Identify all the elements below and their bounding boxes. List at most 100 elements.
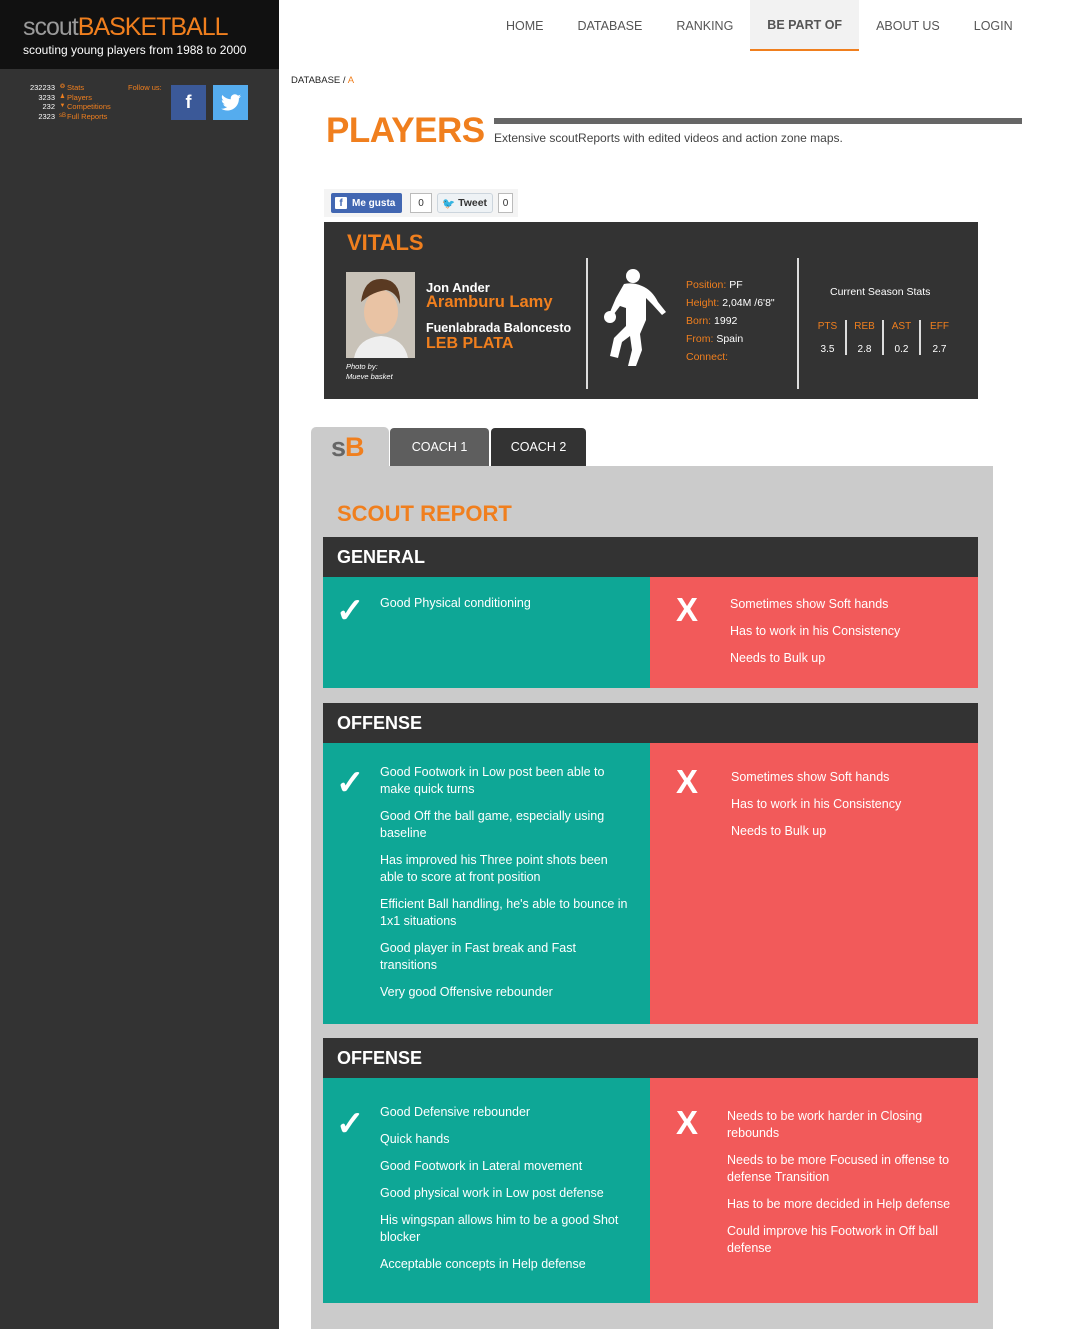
stat-row-stats[interactable]: 232233 ❂ Stats <box>20 83 111 93</box>
check-icon: ✓ <box>336 764 365 802</box>
x-icon: X <box>676 591 699 628</box>
weaknesses-panel: X Sometimes show Soft hands Has to work … <box>650 743 978 1024</box>
section-heading: GENERAL <box>323 537 978 577</box>
players-link[interactable]: Players <box>67 93 92 103</box>
full-reports-link[interactable]: Full Reports <box>67 112 107 122</box>
report-section-offense: OFFENSE ✓ Good Footwork in Low post been… <box>323 703 978 1024</box>
facebook-like-button[interactable]: f Me gusta <box>331 193 402 213</box>
list-item: Good Footwork in Low post been able to m… <box>380 765 605 796</box>
section-heading: OFFENSE <box>323 703 978 743</box>
stat-row-reports[interactable]: 2323 sB Full Reports <box>20 112 111 122</box>
stat-row-players[interactable]: 3233 ♟ Players <box>20 93 111 103</box>
list-item: Sometimes show Soft hands <box>730 597 889 611</box>
bio-connect: Connect: <box>686 351 729 363</box>
section-heading: OFFENSE <box>323 1038 978 1078</box>
breadcrumb-database[interactable]: DATABASE <box>291 75 340 86</box>
list-item: Needs to Bulk up <box>731 824 827 838</box>
list-item: Sometimes show Soft hands <box>731 770 890 784</box>
logo-tagline: scouting young players from 1988 to 2000 <box>23 43 247 57</box>
list-item: Has to work in his Consistency <box>730 624 901 638</box>
tweet-count: 0 <box>498 193 513 213</box>
check-icon: ✓ <box>336 592 365 630</box>
list-item: Quick hands <box>380 1132 450 1146</box>
facebook-button[interactable]: f <box>171 85 206 120</box>
bio-born: Born: 1992 <box>686 315 738 327</box>
report-section-general: GENERAL ✓ Good Physical conditioning X S… <box>323 537 978 688</box>
twitter-icon <box>220 94 241 111</box>
bio-from: From: Spain <box>686 333 744 345</box>
list-item: Good Defensive rebounder <box>380 1105 531 1119</box>
season-stats-title: Current Season Stats <box>830 286 931 298</box>
x-icon: X <box>676 1104 699 1141</box>
tab-sb-logo[interactable]: sB <box>311 427 389 467</box>
like-count: 0 <box>410 193 432 213</box>
weaknesses-panel: X Sometimes show Soft hands Has to work … <box>650 577 978 688</box>
tab-coach-1[interactable]: COACH 1 <box>390 428 489 466</box>
site-logo[interactable]: scoutBASKETBALL scouting young players f… <box>0 0 279 69</box>
list-item: Has to be more decided in Help defense <box>727 1197 951 1211</box>
sb-icon: sB <box>58 112 66 119</box>
strengths-list: Good Footwork in Low post been able to m… <box>380 764 630 1011</box>
season-stats: PTS 3.5 REB 2.8 AST 0.2 EFF 2.7 <box>810 320 958 355</box>
vitals-divider <box>586 258 588 389</box>
check-icon: ✓ <box>336 1105 365 1143</box>
bio-height: Height: 2,04M /6'8" <box>686 297 775 309</box>
strengths-panel: ✓ Good Physical conditioning <box>323 577 650 688</box>
competitions-link[interactable]: Competitions <box>67 102 111 112</box>
page-subtitle: Extensive scoutReports with edited video… <box>494 131 843 145</box>
stat-reb: REB 2.8 <box>847 320 884 355</box>
stats-link[interactable]: Stats <box>67 83 84 93</box>
player-team[interactable]: Fuenlabrada Baloncesto <box>426 321 571 335</box>
strengths-panel: ✓ Good Footwork in Low post been able to… <box>323 743 650 1024</box>
weaknesses-list: Sometimes show Soft hands Has to work in… <box>730 596 965 677</box>
breadcrumb-current: A <box>347 75 355 86</box>
scout-report-title: SCOUT REPORT <box>337 501 512 526</box>
list-item: Good physical work in Low post defense <box>380 1186 604 1200</box>
stat-pts: PTS 3.5 <box>810 320 847 355</box>
weaknesses-list: Sometimes show Soft hands Has to work in… <box>731 769 966 850</box>
twitter-button[interactable] <box>213 85 248 120</box>
strengths-list: Good Physical conditioning <box>380 595 635 622</box>
player-photo <box>346 272 415 358</box>
nav-database[interactable]: DATABASE <box>561 0 660 51</box>
player-last-name: Aramburu Lamy <box>426 293 553 311</box>
tweet-button[interactable]: 🐦 Tweet <box>437 193 493 213</box>
weaknesses-panel: X Needs to be work harder in Closing reb… <box>650 1078 978 1303</box>
page-title: PLAYERS <box>326 111 485 150</box>
facebook-icon: f <box>335 197 347 209</box>
nav-login[interactable]: LOGIN <box>957 0 1030 51</box>
list-item: Needs to be more Focused in offense to d… <box>727 1153 950 1184</box>
stats-icon: ❂ <box>59 84 66 90</box>
follow-us-label: Follow us: <box>128 83 162 92</box>
vitals-title: VITALS <box>347 230 424 255</box>
list-item: Very good Offensive rebounder <box>380 985 553 999</box>
sidebar: scoutBASKETBALL scouting young players f… <box>0 0 279 1329</box>
nav-home[interactable]: HOME <box>489 0 561 51</box>
list-item: Has improved his Three point shots been … <box>380 853 608 884</box>
twitter-icon: 🐦 <box>442 197 456 210</box>
tab-coach-2[interactable]: COACH 2 <box>491 428 586 466</box>
nav-about-us[interactable]: ABOUT US <box>859 0 957 51</box>
strengths-panel: ✓ Good Defensive rebounder Quick hands G… <box>323 1078 650 1303</box>
stat-eff: EFF 2.7 <box>930 321 949 355</box>
trophy-icon: ▼ <box>59 103 66 110</box>
strengths-list: Good Defensive rebounder Quick hands Goo… <box>380 1104 630 1283</box>
facebook-icon: f <box>185 92 192 112</box>
breadcrumb: DATABASE / A <box>291 75 355 86</box>
stat-row-competitions[interactable]: 232 ▼ Competitions <box>20 102 111 112</box>
weaknesses-list: Needs to be work harder in Closing rebou… <box>727 1108 967 1267</box>
player-bio: Position: PF Height: 2,04M /6'8" Born: 1… <box>686 276 775 366</box>
x-icon: X <box>676 763 699 800</box>
report-section-defense: OFFENSE ✓ Good Defensive rebounder Quick… <box>323 1038 978 1303</box>
logo-title[interactable]: scoutBASKETBALL <box>23 13 229 41</box>
vitals-divider <box>797 258 799 389</box>
nav-ranking[interactable]: RANKING <box>659 0 750 51</box>
stat-ast: AST 0.2 <box>884 320 921 355</box>
list-item: Good Off the ball game, especially using… <box>380 809 605 840</box>
nav-be-part-of[interactable]: BE PART OF <box>750 0 860 51</box>
player-league[interactable]: LEB PLATA <box>426 335 513 353</box>
player-icon: ♟ <box>59 93 66 100</box>
player-face-image <box>346 272 415 358</box>
list-item: Needs to Bulk up <box>730 651 826 665</box>
list-item: Good player in Fast break and Fast trans… <box>380 941 576 972</box>
